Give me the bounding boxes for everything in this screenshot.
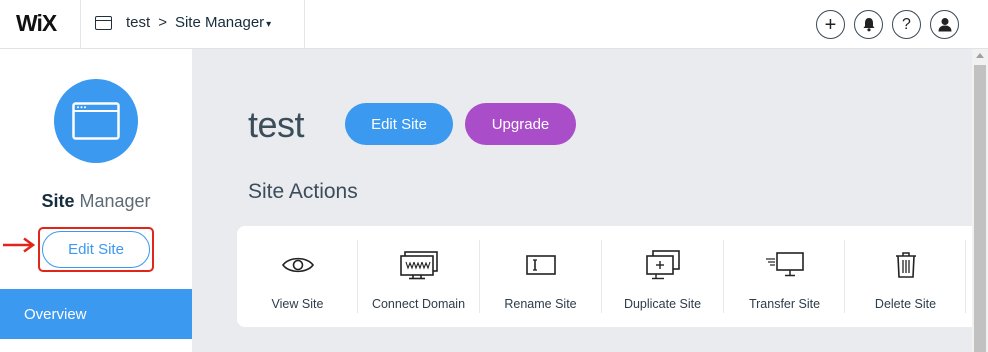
add-button[interactable]: + xyxy=(816,10,845,39)
action-label: Transfer Site xyxy=(748,297,821,311)
action-label: Rename Site xyxy=(504,297,577,311)
duplicate-icon xyxy=(645,250,680,280)
eye-icon xyxy=(281,257,314,273)
sidebar: Site Manager Edit Site Overview xyxy=(0,49,192,352)
breadcrumb-separator: > xyxy=(158,14,167,31)
site-icon-circle xyxy=(54,79,138,163)
action-view-site[interactable]: View Site xyxy=(237,226,358,327)
wix-logo[interactable]: WiX xyxy=(16,10,57,37)
action-connect-domain[interactable]: Connect Domain xyxy=(358,226,479,327)
chevron-down-icon: ▾ xyxy=(266,19,272,30)
notifications-button[interactable] xyxy=(854,10,883,39)
sidebar-title: Site Manager xyxy=(0,191,192,212)
edit-site-button[interactable]: Edit Site xyxy=(345,103,453,145)
action-label: Connect Domain xyxy=(371,297,466,311)
action-delete-site[interactable]: Delete Site xyxy=(845,226,966,327)
browser-window-icon xyxy=(95,15,112,30)
breadcrumb-current[interactable]: Site Manager ▾ xyxy=(175,14,271,31)
breadcrumb-site[interactable]: test xyxy=(126,14,150,31)
trash-icon xyxy=(895,252,916,278)
vertical-scrollbar[interactable] xyxy=(972,49,988,352)
action-label: View Site xyxy=(271,297,324,311)
site-actions-panel: View Site Connect Domain Rename Site Dup… xyxy=(237,226,973,327)
action-duplicate-site[interactable]: Duplicate Site xyxy=(602,226,723,327)
topbar-divider xyxy=(304,0,305,49)
action-label: Delete Site xyxy=(874,297,937,311)
user-icon xyxy=(938,18,951,32)
sidebar-title-bold: Site xyxy=(41,191,75,211)
transfer-icon xyxy=(765,252,804,277)
divider xyxy=(965,240,966,313)
help-icon: ? xyxy=(902,15,911,33)
browser-window-icon xyxy=(72,102,120,140)
rename-icon xyxy=(525,255,556,275)
arrow-right-icon xyxy=(3,237,36,253)
help-button[interactable]: ? xyxy=(892,10,921,39)
action-label: Duplicate Site xyxy=(623,297,702,311)
bell-icon xyxy=(863,18,874,32)
account-button[interactable] xyxy=(930,10,959,39)
plus-icon: + xyxy=(824,13,837,36)
breadcrumb-current-label: Site Manager xyxy=(174,14,265,31)
action-rename-site[interactable]: Rename Site xyxy=(480,226,601,327)
upgrade-button[interactable]: Upgrade xyxy=(465,103,576,145)
action-transfer-site[interactable]: Transfer Site xyxy=(724,226,845,327)
sidebar-title-light: Manager xyxy=(79,191,151,211)
top-bar: WiX test > Site Manager ▾ + ? xyxy=(0,0,988,49)
section-title: Site Actions xyxy=(248,180,358,203)
breadcrumb: test > Site Manager ▾ xyxy=(95,14,271,31)
scroll-up-arrow-icon[interactable] xyxy=(976,53,984,58)
scrollbar-thumb[interactable] xyxy=(974,65,986,352)
www-monitor-icon xyxy=(399,251,438,280)
page-title: test xyxy=(248,104,305,145)
sidebar-item-overview[interactable]: Overview xyxy=(0,289,192,339)
topbar-divider xyxy=(80,0,81,49)
sidebar-edit-site-button[interactable]: Edit Site xyxy=(42,231,150,268)
